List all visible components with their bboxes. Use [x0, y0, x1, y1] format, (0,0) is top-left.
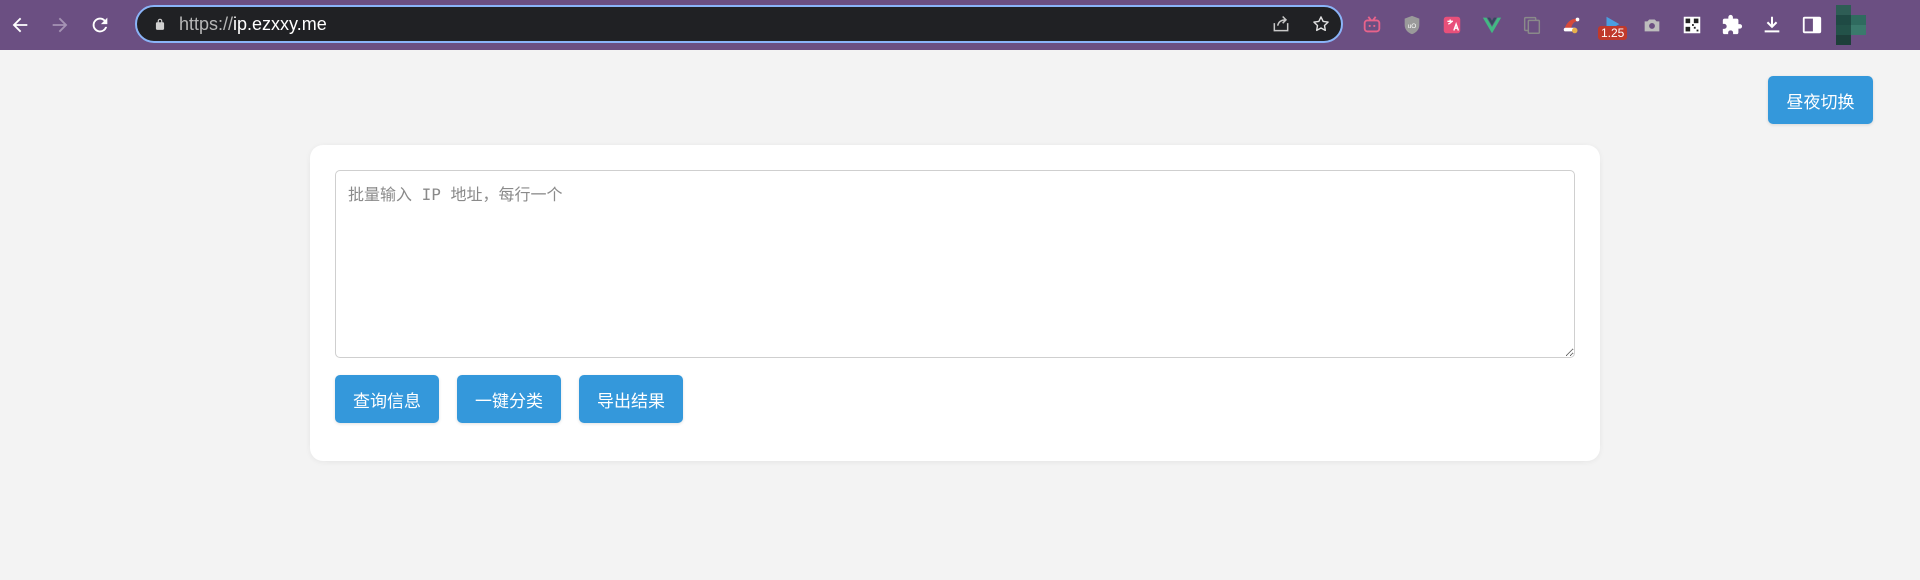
back-button[interactable] — [0, 0, 40, 50]
extensions-menu-button[interactable] — [1712, 0, 1752, 50]
url-text[interactable]: https://ip.ezxxy.me — [179, 14, 1261, 35]
video-speed-badge: 1.25 — [1598, 26, 1628, 40]
classify-button[interactable]: 一键分类 — [457, 375, 561, 423]
downloads-button[interactable] — [1752, 0, 1792, 50]
back-arrow-icon — [12, 17, 28, 33]
bookmark-star-icon — [1313, 16, 1329, 32]
puzzle-extensions-icon — [1722, 14, 1743, 35]
lock-icon — [155, 18, 165, 30]
reload-button[interactable] — [80, 0, 120, 50]
extension-qr-code[interactable] — [1672, 0, 1712, 50]
extension-ublock[interactable]: uO — [1392, 0, 1432, 50]
url-scheme: https:// — [179, 13, 234, 34]
christmas-hat-icon — [1563, 17, 1580, 34]
profile-avatar[interactable] — [1836, 5, 1866, 45]
theme-toggle-button[interactable]: 昼夜切换 — [1768, 76, 1873, 124]
share-button[interactable] — [1261, 7, 1301, 41]
copy-pages-icon — [1523, 16, 1541, 34]
ip-batch-input[interactable] — [335, 170, 1575, 358]
forward-arrow-icon — [52, 17, 68, 33]
ip-query-card: 查询信息 一键分类 导出结果 — [310, 145, 1600, 461]
extension-copy-pages[interactable] — [1512, 0, 1552, 50]
extension-camera[interactable] — [1632, 0, 1672, 50]
qr-code-icon — [1683, 16, 1701, 34]
ublock-shield-icon: uO — [1404, 15, 1420, 35]
share-icon — [1273, 15, 1289, 32]
action-buttons: 查询信息 一键分类 导出结果 — [335, 375, 701, 423]
address-bar[interactable]: https://ip.ezxxy.me — [135, 5, 1343, 43]
extension-video-speed[interactable]: 1.25 — [1592, 0, 1632, 50]
bilibili-tv-icon — [1363, 16, 1381, 33]
extension-bilibili[interactable] — [1352, 0, 1392, 50]
forward-button[interactable] — [40, 0, 80, 50]
download-icon — [1764, 16, 1780, 33]
extensions-row: uO 1.25 — [1352, 0, 1866, 50]
side-panel-icon — [1802, 16, 1822, 34]
side-panel-button[interactable] — [1792, 0, 1832, 50]
bookmark-button[interactable] — [1301, 7, 1341, 41]
svg-text:uO: uO — [1408, 23, 1417, 30]
camera-icon — [1644, 19, 1660, 32]
translate-icon — [1443, 16, 1461, 34]
query-info-button[interactable]: 查询信息 — [335, 375, 439, 423]
export-results-button[interactable]: 导出结果 — [579, 375, 683, 423]
extension-christmas[interactable] — [1552, 0, 1592, 50]
vue-devtools-icon — [1482, 17, 1502, 34]
reload-icon — [92, 17, 108, 33]
extension-translate[interactable] — [1432, 0, 1472, 50]
url-host: ip.ezxxy.me — [233, 13, 327, 34]
extension-vue-devtools[interactable] — [1472, 0, 1512, 50]
browser-toolbar: https://ip.ezxxy.me uO 1.25 — [0, 0, 1920, 50]
